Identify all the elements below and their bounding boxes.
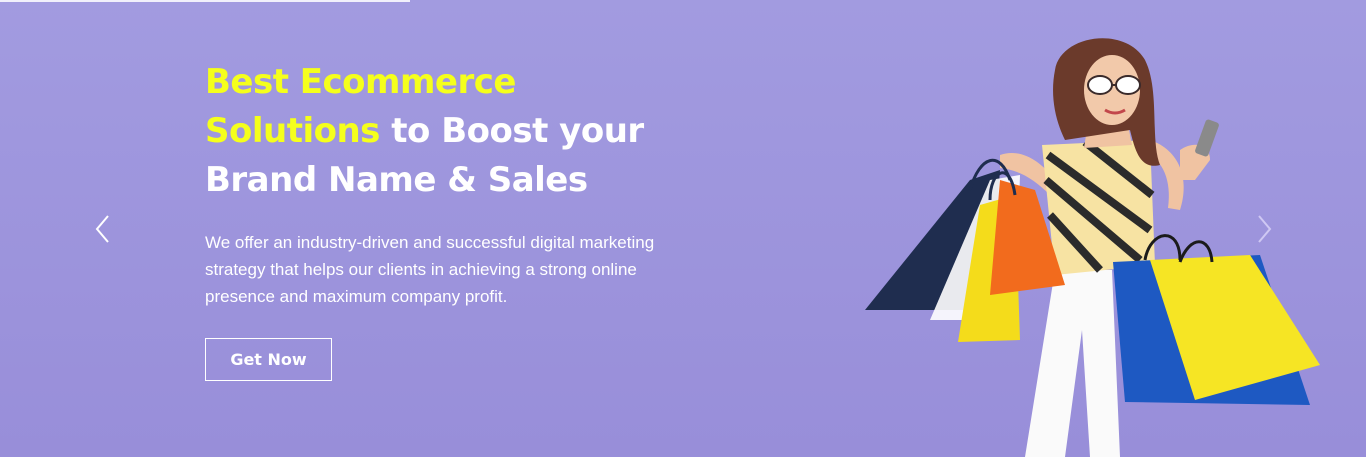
chevron-left-icon (95, 215, 109, 243)
headline-text-line-3: Brand Name & Sales (205, 160, 588, 200)
slide-progress-bar (0, 0, 410, 2)
headline-highlight-line-2: Solutions (205, 111, 380, 151)
woman-with-shopping-bags-image (865, 38, 1320, 457)
hero-banner: Best Ecommerce Solutions to Boost your B… (0, 0, 1366, 457)
headline-highlight-line-1: Best Ecommerce (205, 62, 516, 102)
headline-text-line-2: to Boost your (379, 111, 644, 151)
hero-headline: Best Ecommerce Solutions to Boost your B… (205, 58, 725, 205)
hero-description: We offer an industry-driven and successf… (205, 233, 655, 306)
get-now-button[interactable]: Get Now (205, 338, 332, 381)
carousel-prev-button[interactable] (92, 212, 114, 246)
